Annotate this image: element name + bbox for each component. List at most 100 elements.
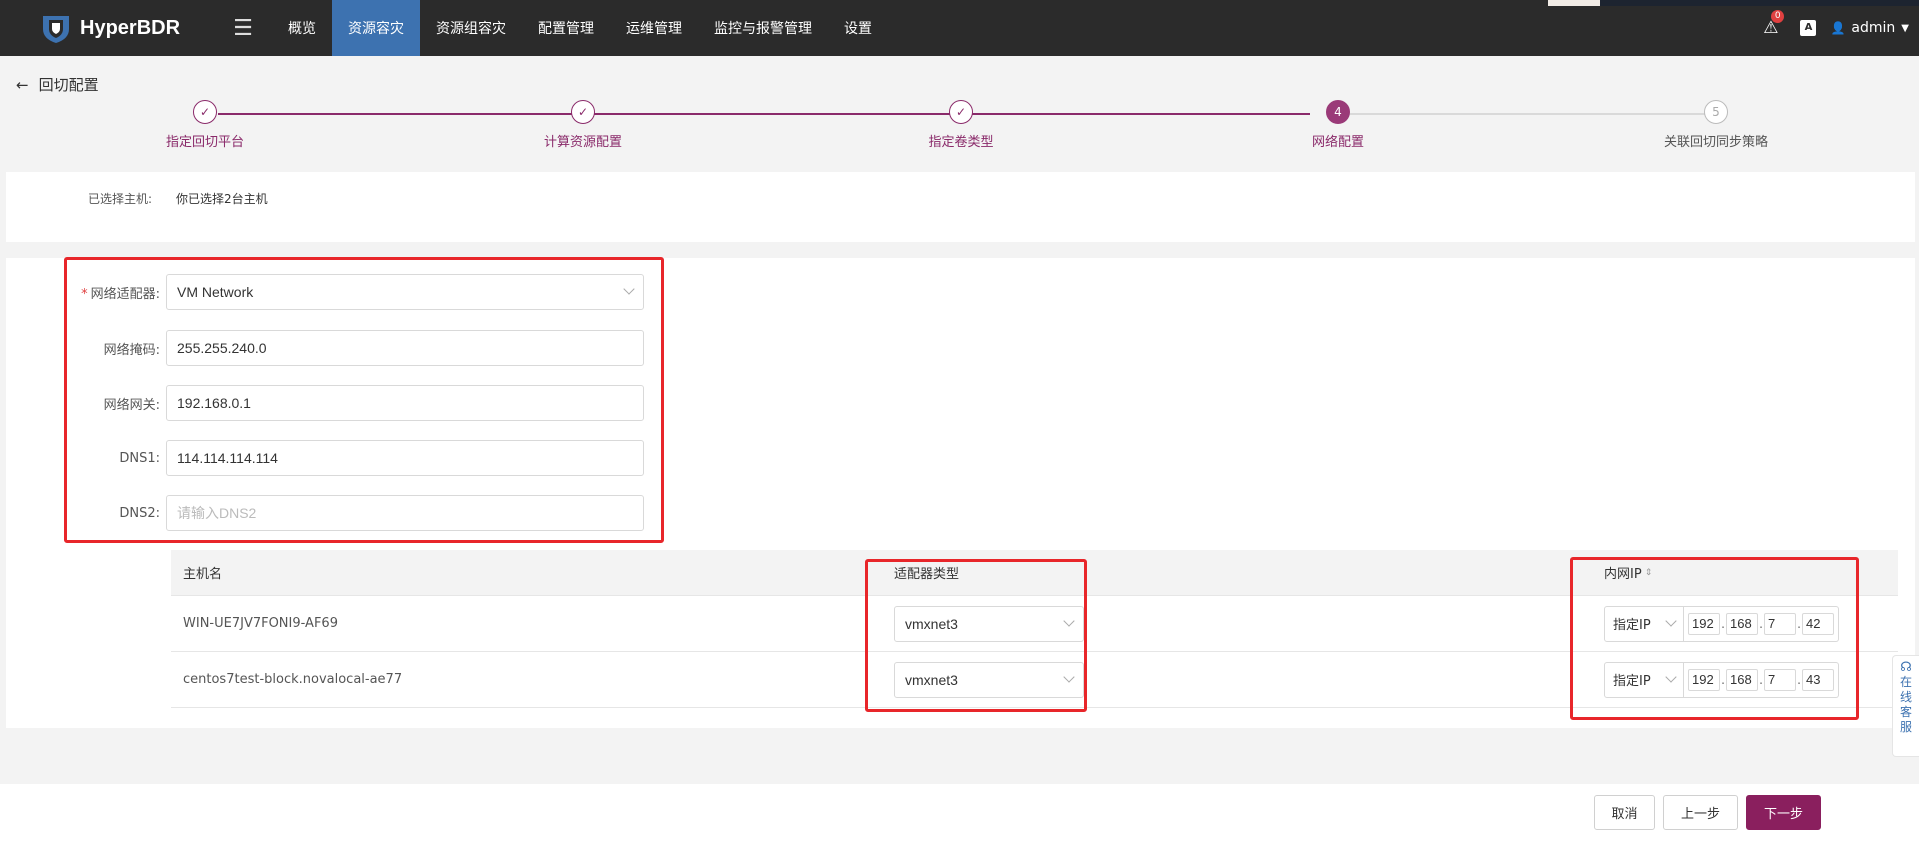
check-icon: ✓: [193, 100, 217, 124]
online-service-char: 线: [1899, 690, 1912, 704]
menu-toggle-icon[interactable]: ☰: [218, 16, 268, 41]
adapter-row: * 网络适配器: VM Network: [66, 274, 656, 310]
top-navbar: HyperBDR ☰ 概览 资源容灾 资源组容灾 配置管理 运维管理 监控与报警…: [0, 0, 1919, 56]
adapter-type-value: vmxnet3: [905, 615, 958, 632]
alert-bell[interactable]: ⚠ 0: [1763, 10, 1785, 38]
gateway-label: 网络网关:: [103, 397, 160, 413]
step-label: 指定卷类型: [928, 135, 994, 150]
selected-hosts-label: 已选择主机:: [88, 192, 153, 206]
ip-mode-value: 指定IP: [1613, 674, 1651, 689]
language-icon[interactable]: A: [1800, 20, 1817, 36]
ip-octet-input[interactable]: [1802, 612, 1834, 635]
ip-octet-input[interactable]: [1764, 612, 1796, 635]
footer-bar: 取消 上一步 下一步: [0, 784, 1919, 841]
online-service-char: 客: [1899, 705, 1912, 719]
selected-hosts-panel: 已选择主机: 你已选择2台主机: [6, 172, 1915, 242]
adapter-type-value: vmxnet3: [905, 671, 958, 688]
cancel-button[interactable]: 取消: [1594, 795, 1655, 830]
check-icon: ✓: [571, 100, 595, 124]
nav-item-monitor-alert[interactable]: 监控与报警管理: [698, 0, 828, 56]
next-step-button[interactable]: 下一步: [1746, 795, 1821, 830]
table-row: centos7test-block.novalocal-ae77 vmxnet3…: [171, 652, 1898, 708]
ip-octet-input[interactable]: [1802, 668, 1834, 691]
table-header: 主机名 适配器类型 内网IP ⇕: [171, 550, 1898, 596]
step-label: 关联回切同步策略: [1663, 135, 1768, 150]
chevron-down-icon: [623, 283, 635, 295]
back-link[interactable]: ← 回切配置: [16, 74, 99, 95]
table-row: WIN-UE7JV7FONI9-AF69 vmxnet3 指定IP . .: [171, 596, 1898, 652]
hosts-table: 主机名 适配器类型 内网IP ⇕ WIN-UE7JV7FONI9-AF69 vm…: [171, 550, 1898, 708]
step-1: ✓ 指定回切平台: [95, 100, 315, 150]
host-name: WIN-UE7JV7FONI9-AF69: [183, 616, 338, 631]
dns2-row: DNS2:: [66, 495, 656, 531]
prev-step-button[interactable]: 上一步: [1663, 795, 1738, 830]
ip-mode-select[interactable]: 指定IP: [1604, 605, 1684, 642]
step-label: 计算资源配置: [543, 135, 622, 150]
dns1-input[interactable]: [166, 440, 644, 476]
chevron-down-icon: [1665, 614, 1677, 627]
selected-hosts-value: 你已选择2台主机: [176, 192, 268, 206]
hyperbdr-logo-icon: [43, 16, 69, 43]
online-service-char: 在: [1899, 675, 1912, 689]
ip-octet-input[interactable]: [1726, 612, 1758, 635]
dns2-input[interactable]: [166, 495, 644, 531]
online-service-char: 服: [1899, 720, 1912, 734]
username: admin: [1851, 20, 1896, 36]
step-2: ✓ 计算资源配置: [473, 100, 693, 150]
ip-octet-input[interactable]: [1764, 668, 1796, 691]
gateway-input[interactable]: [166, 385, 644, 421]
network-config-panel: *网络适配器: VM Network 网络掩码: 网络网关: DNS1: DNS…: [6, 258, 1915, 728]
top-decor-strip-dark: [1600, 0, 1919, 6]
user-icon: 👤: [1830, 21, 1846, 35]
alert-count-badge: 0: [1771, 10, 1785, 23]
headset-icon: ☊: [1900, 660, 1912, 675]
ip-octet-input[interactable]: [1726, 668, 1758, 691]
adapter-type-cell: vmxnet3: [889, 605, 1594, 642]
adapter-value: VM Network: [177, 284, 254, 300]
ip-octet-input[interactable]: [1688, 612, 1720, 635]
nav-item-resource-dr[interactable]: 资源容灾: [332, 0, 420, 56]
gateway-row: 网络网关:: [66, 385, 656, 421]
top-decor-strip: [1548, 0, 1600, 6]
nav-item-resource-group-dr[interactable]: 资源组容灾: [420, 0, 522, 56]
step-4: 4 网络配置: [1228, 100, 1448, 150]
dns1-row: DNS1:: [66, 440, 656, 476]
step-number: 4: [1326, 100, 1350, 124]
check-icon: ✓: [949, 100, 973, 124]
sort-icon: ⇕: [1644, 567, 1653, 578]
main-nav: 概览 资源容灾 资源组容灾 配置管理 运维管理 监控与报警管理 设置: [272, 0, 888, 56]
internal-ip-cell: 指定IP . . .: [1594, 605, 1898, 642]
col-header-internal-ip[interactable]: 内网IP ⇕: [1594, 563, 1898, 582]
adapter-type-cell: vmxnet3: [889, 661, 1594, 698]
adapter-type-select[interactable]: vmxnet3: [894, 661, 1084, 698]
chevron-down-icon: [1063, 614, 1075, 627]
ip-mode-select[interactable]: 指定IP: [1604, 661, 1684, 698]
ip-mode-value: 指定IP: [1613, 618, 1651, 633]
adapter-type-select[interactable]: vmxnet3: [894, 605, 1084, 642]
adapter-select[interactable]: VM Network: [166, 274, 644, 310]
ip-input-group: . . .: [1684, 661, 1839, 698]
step-3: ✓ 指定卷类型: [851, 100, 1071, 150]
online-service-tab[interactable]: ☊ 在 线 客 服: [1892, 655, 1919, 757]
dns2-label: DNS2:: [119, 505, 160, 521]
step-label: 网络配置: [1311, 135, 1364, 150]
netmask-row: 网络掩码:: [66, 330, 656, 366]
page-title: 回切配置: [38, 76, 99, 94]
caret-down-icon: ▼: [1901, 22, 1909, 34]
col-header-adapter-type: 适配器类型: [894, 567, 960, 582]
netmask-input[interactable]: [166, 330, 644, 366]
step-label: 指定回切平台: [165, 135, 244, 150]
back-arrow-icon: ←: [16, 75, 29, 94]
nav-item-settings[interactable]: 设置: [828, 0, 888, 56]
dns1-label: DNS1:: [119, 450, 160, 466]
nav-item-ops[interactable]: 运维管理: [610, 0, 698, 56]
step-5: 5 关联回切同步策略: [1606, 100, 1826, 150]
ip-octet-input[interactable]: [1688, 668, 1720, 691]
app-logo[interactable]: HyperBDR: [38, 10, 188, 46]
step-progress-line: [218, 113, 1310, 115]
user-menu[interactable]: 👤 admin ▼: [1830, 20, 1909, 36]
app-name: HyperBDR: [80, 16, 181, 39]
nav-item-overview[interactable]: 概览: [272, 0, 332, 56]
host-name: centos7test-block.novalocal-ae77: [183, 672, 403, 687]
nav-item-config[interactable]: 配置管理: [522, 0, 610, 56]
